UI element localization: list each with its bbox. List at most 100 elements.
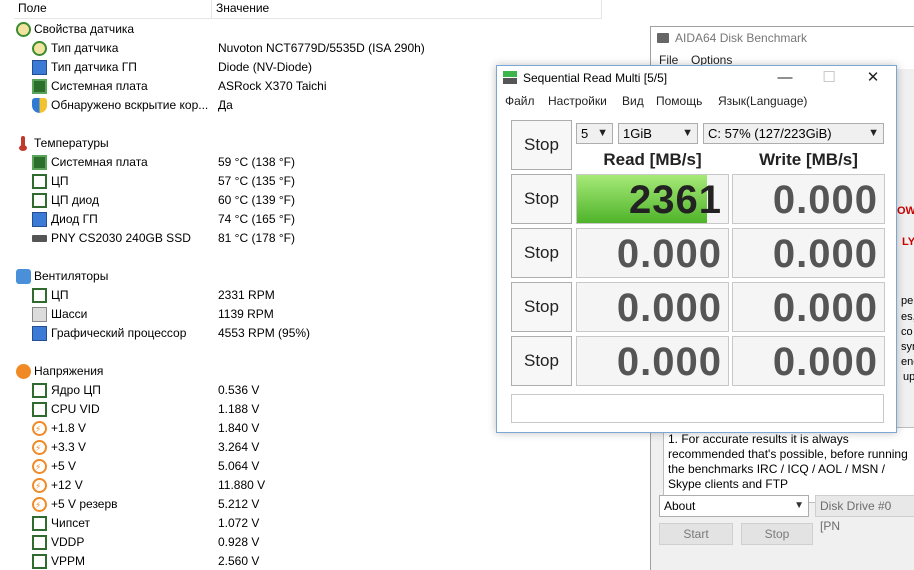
sensor-value: 57 °C (135 °F) <box>218 174 295 188</box>
sensor-row[interactable]: VDDP 0.928 V <box>0 533 600 552</box>
benchmark-app-icon <box>503 71 519 85</box>
write-result-4: 0.000 <box>732 336 885 386</box>
partial-text-3: pe <box>901 295 914 307</box>
sensor-row[interactable]: Чипсет 1.072 V <box>0 514 600 533</box>
sensor-row[interactable]: +3.3 V 3.264 V <box>0 438 600 458</box>
cpu-icon <box>32 383 47 398</box>
sensor-row[interactable]: +5 V 5.064 V <box>0 457 600 477</box>
sensor-row[interactable]: +12 V 11.880 V <box>0 476 600 496</box>
motherboard-icon <box>32 79 47 94</box>
sensor-label: CPU VID <box>51 402 100 416</box>
cpu-icon <box>32 174 47 189</box>
sensor-label: Диод ГП <box>51 212 98 226</box>
read-value: 0.000 <box>616 340 722 384</box>
write-value: 0.000 <box>772 232 878 276</box>
sensor-value: 5.064 V <box>218 459 260 473</box>
stop-button-row-2[interactable]: Stop <box>511 228 572 278</box>
close-button[interactable]: ✕ <box>851 66 895 91</box>
sensor-value: 0.928 V <box>218 535 260 549</box>
write-column-title: Write [MB/s] <box>759 150 858 169</box>
menu-view[interactable]: Вид <box>622 94 644 108</box>
sensor-value: 3.264 V <box>218 440 260 454</box>
write-value: 0.000 <box>772 286 878 330</box>
stop-button-row-4[interactable]: Stop <box>511 336 572 386</box>
sensor-value: 0.536 V <box>218 383 260 397</box>
sensor-label: ЦП диод <box>51 193 99 207</box>
stop-button-row-1[interactable]: Stop <box>511 174 572 224</box>
drive-target-select[interactable]: C: 57% (127/223GiB) ▼ <box>703 123 884 144</box>
sensor-group-title: Температуры <box>34 136 109 150</box>
menu-help[interactable]: Помощь <box>656 94 702 108</box>
seq-window-title: Sequential Read Multi [5/5] <box>523 71 668 85</box>
status-bar <box>511 394 884 423</box>
read-result-1: 2361 <box>576 174 729 224</box>
sensor-label: Тип датчика ГП <box>51 60 137 74</box>
ssd-icon <box>32 235 47 242</box>
chip-icon <box>32 535 47 550</box>
sequential-read-window[interactable]: Sequential Read Multi [5/5] — ☐ ✕ Файл Н… <box>496 65 897 433</box>
test-count-select[interactable]: 5 ▼ <box>576 123 613 144</box>
case-icon <box>32 307 47 322</box>
sensor-value: Да <box>218 98 233 112</box>
chip-icon <box>32 516 47 531</box>
voltage-rail-icon <box>32 420 47 439</box>
drive-target-value: C: 57% (127/223GiB) <box>708 126 832 141</box>
sensor-row[interactable]: VPPM 2.560 V <box>0 552 600 570</box>
stop-button-row-3[interactable]: Stop <box>511 282 572 332</box>
field-column-header[interactable]: Поле <box>14 0 212 19</box>
sensor-label: +3.3 V <box>51 440 87 454</box>
sensor-row[interactable]: +5 V резерв 5.212 V <box>0 495 600 515</box>
partial-text-5: co <box>901 326 913 338</box>
sensor-group-title: Вентиляторы <box>34 269 109 283</box>
maximize-button[interactable]: ☐ <box>807 66 851 91</box>
sensor-label: +5 V <box>51 459 77 473</box>
read-column-title: Read [MB/s] <box>603 150 702 169</box>
sensor-value: 74 °C (165 °F) <box>218 212 295 226</box>
seq-title-bar[interactable]: Sequential Read Multi [5/5] — ☐ ✕ <box>497 66 896 91</box>
sensor-value: 5.212 V <box>218 497 260 511</box>
sensor-row[interactable]: Тип датчика Nuvoton NCT6779D/5535D (ISA 2… <box>0 39 600 58</box>
sensor-value: 81 °C (178 °F) <box>218 231 295 245</box>
sensor-label: +1.8 V <box>51 421 87 435</box>
sensor-label: +12 V <box>51 478 83 492</box>
disk-benchmark-title-bar[interactable]: AIDA64 Disk Benchmark <box>651 27 914 49</box>
disk-benchmark-title: AIDA64 Disk Benchmark <box>675 31 808 45</box>
chevron-down-icon: ▼ <box>794 500 804 511</box>
gauge-icon <box>32 41 47 56</box>
start-button[interactable]: Start <box>659 523 733 545</box>
value-column-header[interactable]: Значение <box>212 0 602 19</box>
benchmark-notes-text: 1. For accurate results it is always rec… <box>668 432 908 491</box>
benchmark-notes: 1. For accurate results it is always rec… <box>663 427 914 503</box>
test-type-select[interactable]: About ▼ <box>659 495 809 517</box>
sensor-label: VPPM <box>51 554 86 568</box>
sensor-label: Графический процессор <box>51 326 187 340</box>
drive-select[interactable]: Disk Drive #0 [PN <box>815 495 914 533</box>
sensor-group-title: Свойства датчика <box>34 22 135 36</box>
read-result-4: 0.000 <box>576 336 729 386</box>
menu-settings[interactable]: Настройки <box>548 94 607 108</box>
sensor-label: Системная плата <box>51 155 148 169</box>
sensor-label: Тип датчика <box>51 41 119 55</box>
sensor-label: ЦП <box>51 288 69 302</box>
stop-button-all[interactable]: Stop <box>511 120 572 170</box>
write-value: 0.000 <box>772 178 878 222</box>
menu-file-ru[interactable]: Файл <box>505 94 535 108</box>
partial-text-8: up <box>903 371 914 383</box>
test-size-value: 1GiB <box>623 126 652 141</box>
sensor-label: Шасси <box>51 307 88 321</box>
sensor-value: 1.072 V <box>218 516 260 530</box>
sensor-value: 4553 RPM (95%) <box>218 326 311 340</box>
read-value: 0.000 <box>616 232 722 276</box>
sensor-label: VDDP <box>51 535 85 549</box>
sensor-value: Diode (NV-Diode) <box>218 60 313 74</box>
chip-icon <box>32 554 47 569</box>
stop-button[interactable]: Stop <box>741 523 813 545</box>
sensor-label: Ядро ЦП <box>51 383 101 397</box>
test-size-select[interactable]: 1GiB ▼ <box>618 123 698 144</box>
sensor-group-header[interactable]: Свойства датчика <box>0 20 600 39</box>
partial-text-7: enc <box>901 356 914 368</box>
menu-language[interactable]: Язык(Language) <box>718 94 807 108</box>
partial-text-1: OW <box>897 205 914 217</box>
voltage-rail-icon <box>32 496 47 515</box>
minimize-button[interactable]: — <box>763 66 807 91</box>
